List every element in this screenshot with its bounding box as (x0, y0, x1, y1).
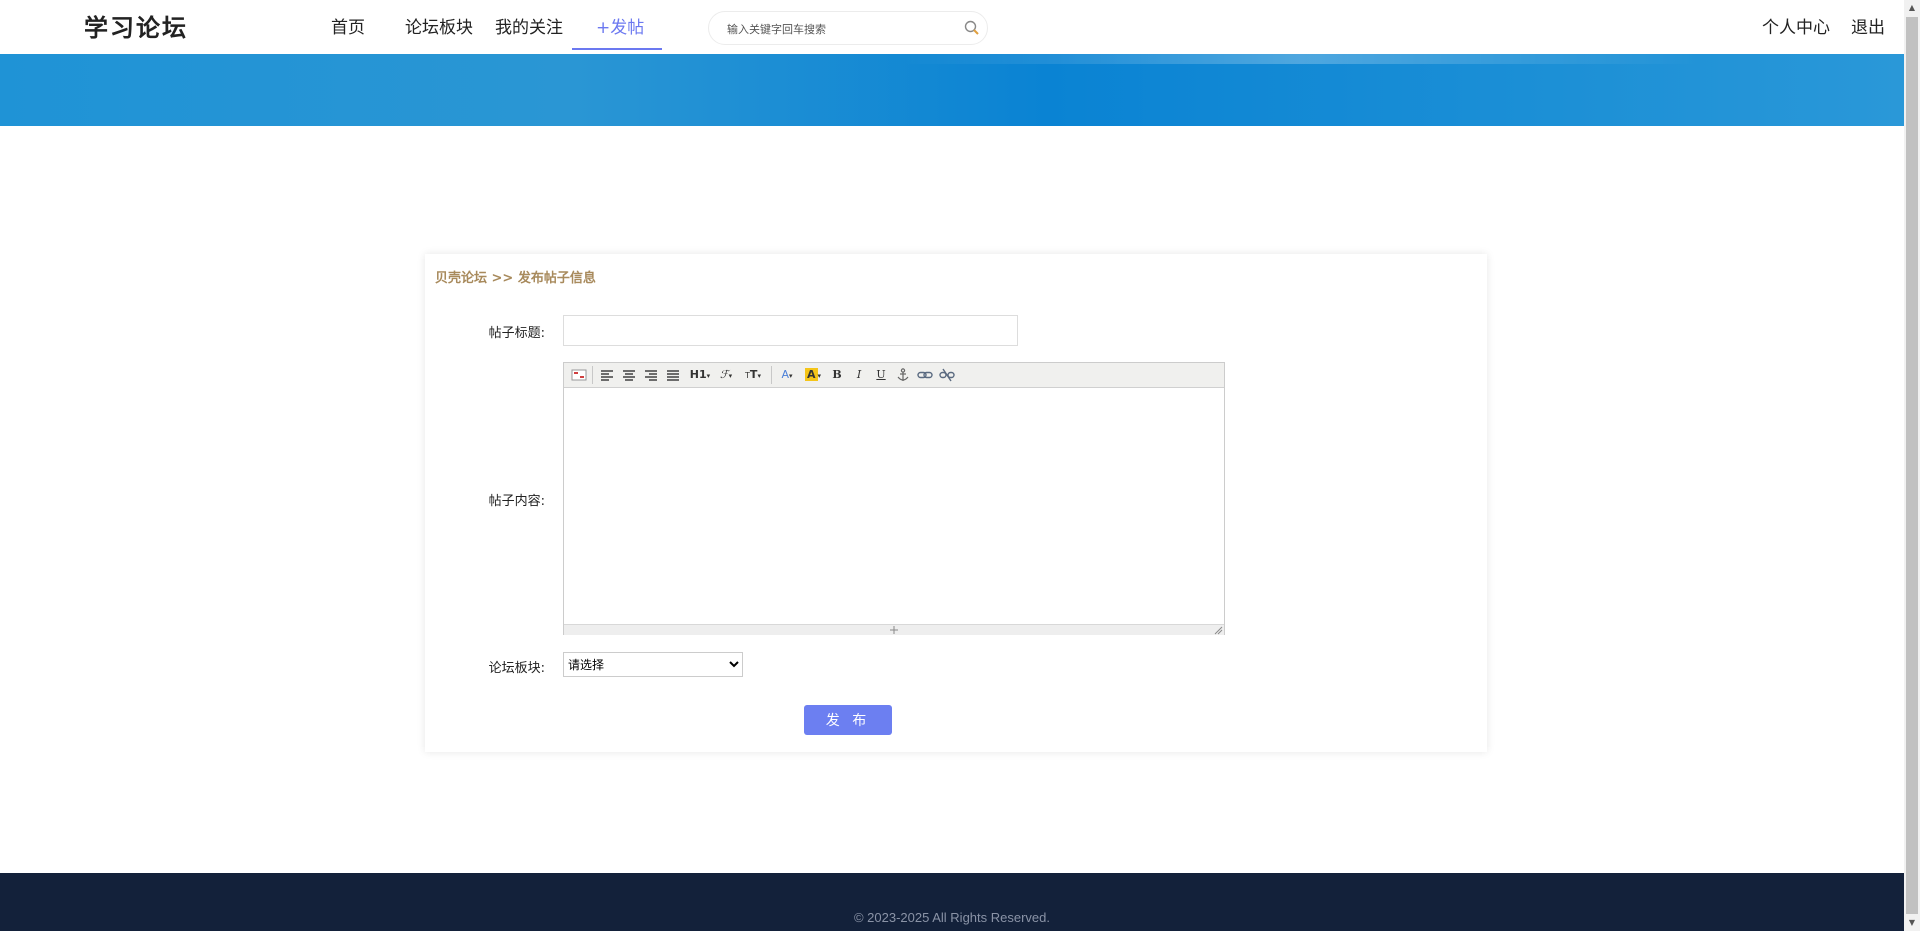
logout-link[interactable]: 退出 (1851, 13, 1885, 38)
nav-home[interactable]: 首页 (331, 13, 365, 38)
chevron-down-icon: ▾ (789, 372, 793, 380)
publish-button[interactable]: 发 布 (804, 705, 892, 735)
hero-banner (0, 54, 1904, 126)
post-content-label: 帖子内容: (488, 494, 545, 509)
scrollbar-thumb[interactable] (1906, 17, 1918, 914)
nav-my-follows[interactable]: 我的关注 (495, 13, 563, 38)
highlight-icon[interactable]: A ▾ (802, 367, 824, 383)
font-size-icon[interactable]: TT▾ (741, 367, 765, 383)
heading-icon[interactable]: H1▾ (687, 367, 713, 383)
nav-forum-boards[interactable]: 论坛板块 (405, 13, 473, 38)
footer: © 2023-2025 All Rights Reserved. (0, 873, 1904, 931)
unlink-icon[interactable] (938, 367, 956, 383)
nav-new-post[interactable]: +发帖 (596, 13, 644, 38)
top-navbar: 学习论坛 首页 论坛板块 我的关注 +发帖 个人中心 退出 (0, 0, 1904, 54)
chevron-down-icon: ▾ (728, 372, 733, 380)
underline-icon[interactable]: U (872, 367, 890, 383)
banner-highlight (900, 54, 1700, 64)
chevron-down-icon: ▾ (817, 372, 822, 380)
editor-toolbar: H1▾ ℱ▾ TT▾ A▾ A ▾ B I U (564, 363, 1224, 388)
link-icon[interactable] (916, 367, 934, 383)
nav-active-indicator (572, 48, 662, 50)
breadcrumb: 贝壳论坛 >> 发布帖子信息 (435, 271, 596, 286)
font-color-icon[interactable]: A▾ (776, 367, 798, 383)
post-title-input[interactable] (563, 315, 1018, 346)
page: 学习论坛 首页 论坛板块 我的关注 +发帖 个人中心 退出 贝壳论坛 >> 发布… (0, 0, 1920, 931)
anchor-icon[interactable] (894, 367, 912, 383)
align-justify-icon[interactable] (664, 367, 682, 383)
copyright-text: © 2023-2025 All Rights Reserved. (853, 910, 1051, 925)
align-center-icon[interactable] (620, 367, 638, 383)
vertical-scrollbar[interactable]: ▲ ▼ (1904, 0, 1920, 931)
heading-label: H1 (689, 368, 707, 381)
post-content-editor[interactable] (564, 388, 1224, 624)
align-left-icon[interactable] (598, 367, 616, 383)
source-icon[interactable] (570, 367, 588, 383)
rich-text-editor: H1▾ ℱ▾ TT▾ A▾ A ▾ B I U (563, 362, 1225, 635)
resize-handle-icon[interactable] (888, 625, 900, 635)
scroll-down-icon[interactable]: ▼ (1904, 915, 1920, 931)
chevron-down-icon: ▾ (706, 372, 711, 380)
bold-icon[interactable]: B (828, 367, 846, 383)
forum-board-select[interactable]: 请选择 (563, 652, 743, 677)
user-center-link[interactable]: 个人中心 (1762, 13, 1830, 38)
italic-icon[interactable]: I (850, 367, 868, 383)
toolbar-separator (592, 366, 593, 384)
search-input[interactable] (725, 18, 949, 40)
site-logo[interactable]: 学习论坛 (84, 8, 188, 43)
search-box (708, 11, 988, 45)
post-title-label: 帖子标题: (488, 326, 545, 341)
post-form-card: 贝壳论坛 >> 发布帖子信息 帖子标题: 帖子内容: H1▾ ℱ▾ TT▾ A▾… (425, 254, 1487, 752)
corner-resize-icon[interactable] (1214, 626, 1223, 635)
toolbar-separator (771, 366, 772, 384)
align-right-icon[interactable] (642, 367, 660, 383)
forum-board-label: 论坛板块: (488, 661, 545, 676)
chevron-down-icon: ▾ (757, 372, 761, 380)
font-family-icon[interactable]: ℱ▾ (715, 367, 737, 383)
editor-statusbar (564, 624, 1224, 635)
search-icon[interactable] (963, 19, 981, 37)
scroll-up-icon[interactable]: ▲ (1904, 0, 1920, 16)
